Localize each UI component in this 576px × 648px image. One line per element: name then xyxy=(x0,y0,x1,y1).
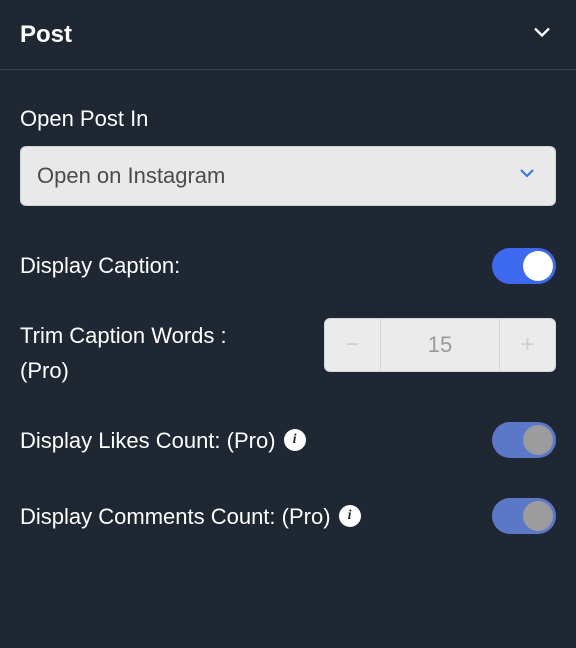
trim-caption-label: Trim Caption Words : (Pro) xyxy=(20,318,227,388)
chevron-down-icon xyxy=(515,161,539,191)
display-comments-label: Display Comments Count: (Pro) i xyxy=(20,499,361,534)
display-caption-row: Display Caption: xyxy=(20,242,556,290)
display-caption-label: Display Caption: xyxy=(20,248,180,283)
trim-caption-row: Trim Caption Words : (Pro) − 15 + xyxy=(20,318,556,388)
stepper-minus-button[interactable]: − xyxy=(325,319,381,371)
trim-caption-stepper: − 15 + xyxy=(324,318,556,372)
panel-title: Post xyxy=(20,21,72,49)
toggle-knob xyxy=(523,251,553,281)
panel-header[interactable]: Post xyxy=(0,0,576,70)
stepper-plus-button[interactable]: + xyxy=(499,319,555,371)
toggle-knob xyxy=(523,425,553,455)
info-icon[interactable]: i xyxy=(284,429,306,451)
open-post-in-select[interactable]: Open on Instagram xyxy=(20,146,556,206)
info-icon[interactable]: i xyxy=(339,505,361,527)
trim-caption-label-line2: (Pro) xyxy=(20,358,69,383)
display-caption-toggle[interactable] xyxy=(492,248,556,284)
panel-body: Open Post In Open on Instagram Display C… xyxy=(0,70,576,540)
display-comments-row: Display Comments Count: (Pro) i xyxy=(20,492,556,540)
open-post-in-select-wrap: Open on Instagram xyxy=(20,146,556,206)
display-likes-toggle[interactable] xyxy=(492,422,556,458)
stepper-value[interactable]: 15 xyxy=(381,319,499,371)
display-likes-row: Display Likes Count: (Pro) i xyxy=(20,416,556,464)
chevron-down-icon xyxy=(528,18,556,51)
display-likes-label: Display Likes Count: (Pro) i xyxy=(20,423,306,458)
open-post-in-label: Open Post In xyxy=(20,106,556,132)
open-post-in-selected: Open on Instagram xyxy=(37,163,225,189)
toggle-knob xyxy=(523,501,553,531)
display-comments-toggle[interactable] xyxy=(492,498,556,534)
display-comments-label-text: Display Comments Count: (Pro) xyxy=(20,499,331,534)
display-likes-label-text: Display Likes Count: (Pro) xyxy=(20,423,276,458)
trim-caption-label-line1: Trim Caption Words : xyxy=(20,323,227,348)
